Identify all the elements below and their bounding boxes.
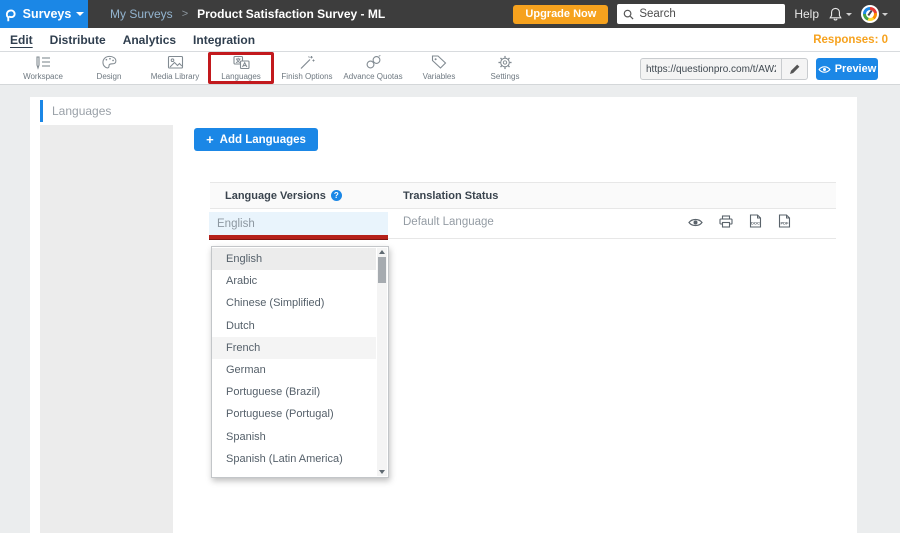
app-window: Surveys My Surveys > Product Satisfactio… [0,0,900,533]
edit-url-button[interactable] [781,59,807,79]
option-french[interactable]: French [212,337,376,359]
toolbar-item-advance-quotas[interactable]: Advance Quotas [340,52,406,84]
tab-analytics[interactable]: Analytics [123,33,176,47]
avatar [861,5,879,23]
export-pdf-button[interactable]: PDF [778,214,791,233]
add-languages-button[interactable]: + Add Languages [194,128,318,151]
pencil-icon [789,63,801,75]
scroll-down-arrow-icon[interactable] [379,470,385,474]
eye-icon [688,217,703,228]
export-doc-button[interactable]: DOC [749,214,762,233]
chevron-down-icon [846,13,852,16]
image-icon [167,55,184,70]
upgrade-now-button[interactable]: Upgrade Now [513,5,608,24]
account-menu[interactable] [861,5,888,23]
row-actions: DOC PDF [688,214,791,233]
language-name-input[interactable] [209,212,388,235]
svg-text:PDF: PDF [781,221,790,226]
global-search[interactable] [617,4,785,24]
breadcrumb-my-surveys[interactable]: My Surveys [110,7,173,21]
topbar-actions: Upgrade Now Help [513,4,900,24]
tab-distribute[interactable]: Distribute [50,33,106,47]
option-spanish[interactable]: Spanish [212,426,376,448]
notifications-menu[interactable] [828,6,852,22]
language-options-list: English Arabic Chinese (Simplified) Dutc… [212,248,376,470]
eye-icon [818,65,831,74]
svg-text:DOC: DOC [751,221,760,226]
magic-wand-icon [299,55,316,70]
survey-url-input[interactable] [641,64,781,75]
tag-icon [431,55,448,70]
option-arabic[interactable]: Arabic [212,270,376,292]
chain-links-icon [365,55,382,70]
option-english[interactable]: English [212,248,376,270]
breadcrumb-separator: > [182,8,188,20]
option-portuguese-portugal[interactable]: Portuguese (Portugal) [212,403,376,425]
sidebar-panel [40,125,173,533]
chevron-down-icon [76,12,84,16]
preview-button[interactable]: Preview [816,58,878,80]
scroll-up-arrow-icon[interactable] [379,250,385,254]
printer-icon [719,215,733,228]
survey-url-field [640,58,808,80]
sidebar-section-languages: Languages [40,100,173,122]
toolbar-item-workspace[interactable]: Workspace [10,52,76,84]
edit-toolbar: Workspace Design Media Library [0,52,900,85]
column-translation-status: Translation Status [403,190,498,202]
gear-icon [497,55,513,70]
content-area: Languages + Add Languages Language Versi… [0,85,900,533]
help-link[interactable]: Help [794,7,819,21]
language-dropdown: English Arabic Chinese (Simplified) Dutc… [211,246,389,478]
tab-integration[interactable]: Integration [193,33,255,47]
bell-icon [828,6,843,22]
survey-section-nav: Edit Distribute Analytics Integration Re… [0,28,900,52]
responses-count: Responses: 0 [813,34,888,46]
toolbar-item-languages[interactable]: Languages [208,52,274,84]
workspace-icon [35,55,52,70]
languages-table-header: Language Versions ? Translation Status [210,182,836,209]
option-spanish-latin-america[interactable]: Spanish (Latin America) [212,448,376,470]
toolbar-item-media-library[interactable]: Media Library [142,52,208,84]
dropdown-scrollbar[interactable] [377,248,387,476]
pdf-file-icon: PDF [778,214,791,228]
sidebar-section-label: Languages [52,104,111,118]
questionpro-logo-icon [4,7,18,22]
toolbar-item-settings[interactable]: Settings [472,52,538,84]
scrollbar-thumb[interactable] [378,257,386,283]
chevron-down-icon [882,13,888,16]
option-german[interactable]: German [212,359,376,381]
palette-icon [101,55,118,70]
toolbar-item-finish-options[interactable]: Finish Options [274,52,340,84]
option-chinese-simplified[interactable]: Chinese (Simplified) [212,292,376,314]
option-dutch[interactable]: Dutch [212,315,376,337]
product-switcher-label: Surveys [23,7,72,21]
column-language-versions: Language Versions ? [210,190,403,202]
page-title: Product Satisfaction Survey - ML [197,7,385,21]
search-icon [623,9,634,20]
view-language-button[interactable] [688,215,703,233]
product-switcher[interactable]: Surveys [0,0,88,28]
search-input[interactable] [639,8,769,20]
help-tooltip-icon[interactable]: ? [331,190,342,201]
doc-file-icon: DOC [749,214,762,228]
print-language-button[interactable] [719,215,733,233]
add-languages-label: Add Languages [220,134,306,146]
plus-icon: + [206,133,214,146]
breadcrumb: My Surveys > Product Satisfaction Survey… [110,7,385,21]
tab-edit[interactable]: Edit [10,33,33,47]
default-language-status: Default Language [403,216,494,228]
preview-label: Preview [835,63,877,75]
toolbar-item-design[interactable]: Design [76,52,142,84]
topbar: Surveys My Surveys > Product Satisfactio… [0,0,900,28]
toolbar-item-variables[interactable]: Variables [406,52,472,84]
translate-icon [233,55,250,70]
option-portuguese-brazil[interactable]: Portuguese (Brazil) [212,381,376,403]
